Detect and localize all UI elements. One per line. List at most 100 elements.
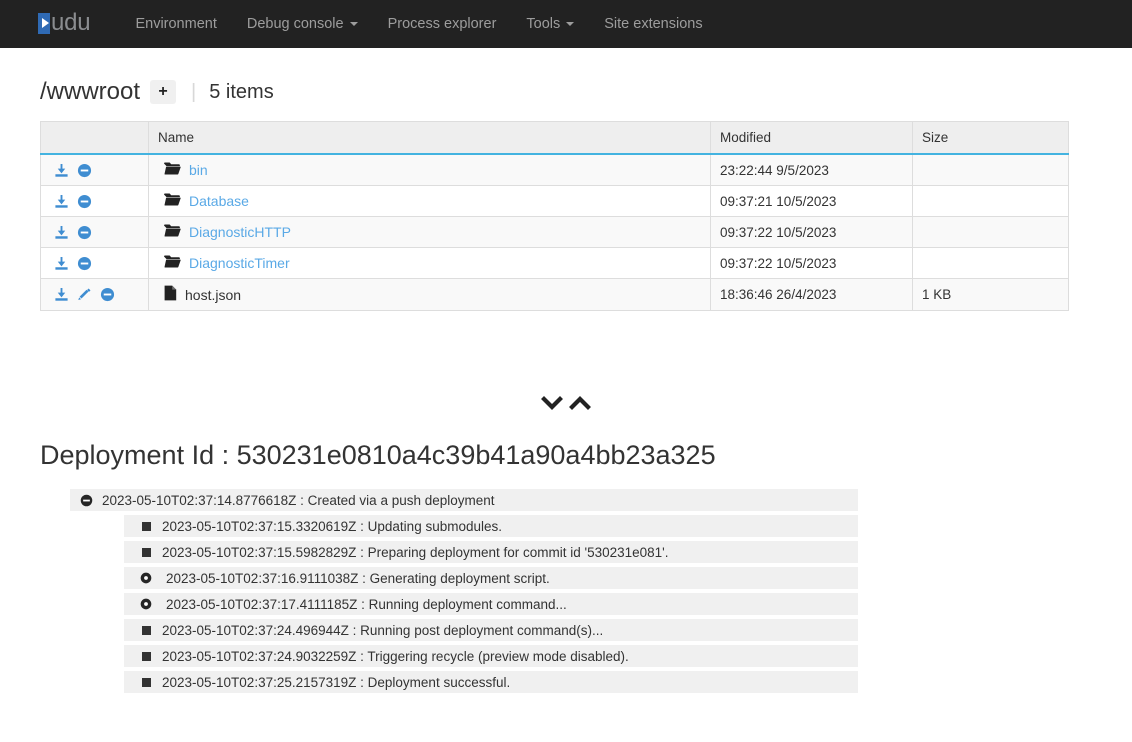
nav-item-process-explorer-label: Process explorer xyxy=(387,16,497,32)
dot-circle-icon xyxy=(138,572,154,584)
deployment-log-list: 2023-05-10T02:37:14.8776618Z : Created v… xyxy=(70,489,858,693)
breadcrumb-separator: | xyxy=(191,80,197,103)
table-row[interactable]: DiagnosticTimer 09:37:22 10/5/2023 xyxy=(40,247,1069,279)
row-name-cell: DiagnosticTimer xyxy=(148,247,711,279)
download-icon[interactable] xyxy=(54,194,69,209)
log-entry[interactable]: 2023-05-10T02:37:24.9032259Z : Triggerin… xyxy=(124,645,858,667)
delete-icon[interactable] xyxy=(77,225,92,240)
row-modified-cell: 09:37:21 10/5/2023 xyxy=(710,185,913,217)
nav-item-process-explorer[interactable]: Process explorer xyxy=(373,0,512,48)
log-entry[interactable]: 2023-05-10T02:37:15.3320619Z : Updating … xyxy=(124,515,858,537)
nav-item-tools-label: Tools xyxy=(526,16,561,32)
delete-icon[interactable] xyxy=(77,194,92,209)
row-size-cell xyxy=(912,185,1069,217)
log-entry[interactable]: 2023-05-10T02:37:15.5982829Z : Preparing… xyxy=(124,541,858,563)
row-actions-cell xyxy=(40,216,149,248)
file-name-link[interactable]: DiagnosticHTTP xyxy=(189,224,291,240)
kudu-k-mark-icon xyxy=(38,12,50,34)
row-modified-cell: 09:37:22 10/5/2023 xyxy=(710,216,913,248)
log-entry[interactable]: 2023-05-10T02:37:14.8776618Z : Created v… xyxy=(70,489,858,511)
log-entry-text: 2023-05-10T02:37:14.8776618Z : Created v… xyxy=(102,492,495,508)
log-entry-text: 2023-05-10T02:37:24.496944Z : Running po… xyxy=(162,622,604,638)
log-entry-text: 2023-05-10T02:37:25.2157319Z : Deploymen… xyxy=(162,674,511,690)
log-entry-text: 2023-05-10T02:37:24.9032259Z : Triggerin… xyxy=(162,648,629,664)
file-listing-table: Name Modified Size bin 23:22:44 9/5/2023 D… xyxy=(40,121,1069,311)
folder-icon xyxy=(164,223,181,241)
column-header-size[interactable]: Size xyxy=(912,121,1069,155)
minus-circle-icon xyxy=(78,494,94,507)
download-icon[interactable] xyxy=(54,256,69,271)
file-name-link[interactable]: Database xyxy=(189,193,249,209)
column-header-name[interactable]: Name xyxy=(148,121,711,155)
nav-item-site-extensions[interactable]: Site extensions xyxy=(589,0,717,48)
log-entry[interactable]: 2023-05-10T02:37:16.9111038Z : Generatin… xyxy=(124,567,858,589)
row-modified-cell: 23:22:44 9/5/2023 xyxy=(710,153,913,186)
nav-item-debug-console-label: Debug console xyxy=(246,16,344,32)
chevron-down-icon xyxy=(349,22,358,26)
item-count-label: 5 items xyxy=(209,80,274,103)
file-icon xyxy=(164,285,177,304)
table-row[interactable]: host.json 18:36:46 26/4/2023 1 KB xyxy=(40,278,1069,311)
log-entry-text: 2023-05-10T02:37:15.5982829Z : Preparing… xyxy=(162,544,669,560)
row-size-cell: 1 KB xyxy=(912,278,1069,311)
log-entry[interactable]: 2023-05-10T02:37:24.496944Z : Running po… xyxy=(124,619,858,641)
square-icon xyxy=(138,625,154,635)
chevron-up-icon[interactable] xyxy=(569,393,591,418)
row-size-cell xyxy=(912,216,1069,248)
row-modified-cell: 09:37:22 10/5/2023 xyxy=(710,247,913,279)
log-scroll-controls xyxy=(0,393,1132,418)
download-icon[interactable] xyxy=(54,287,69,302)
row-actions-cell xyxy=(40,185,149,217)
folder-icon xyxy=(164,254,181,272)
log-entry[interactable]: 2023-05-10T02:37:25.2157319Z : Deploymen… xyxy=(124,671,858,693)
file-table-body: bin 23:22:44 9/5/2023 Database 09:37:21 10/… xyxy=(40,153,1069,311)
table-row[interactable]: Database 09:37:21 10/5/2023 xyxy=(40,185,1069,217)
chevron-down-icon[interactable] xyxy=(541,393,563,418)
row-name-cell: host.json xyxy=(148,278,711,311)
row-size-cell xyxy=(912,247,1069,279)
row-actions-cell xyxy=(40,247,149,279)
column-header-actions xyxy=(40,121,149,155)
nav-item-site-extensions-label: Site extensions xyxy=(604,16,703,32)
file-name-link[interactable]: bin xyxy=(189,162,208,178)
nav-item-tools[interactable]: Tools xyxy=(511,0,589,48)
download-icon[interactable] xyxy=(54,163,69,178)
nav-item-environment-label: Environment xyxy=(135,16,217,32)
log-entry[interactable]: 2023-05-10T02:37:17.4111185Z : Running d… xyxy=(124,593,858,615)
dot-circle-icon xyxy=(138,598,154,610)
square-icon xyxy=(138,547,154,557)
deployment-id-title: Deployment Id : 530231e0810a4c39b41a90a4… xyxy=(40,440,716,470)
row-name-cell: DiagnosticHTTP xyxy=(148,216,711,248)
square-icon xyxy=(138,651,154,661)
file-name-link[interactable]: DiagnosticTimer xyxy=(189,255,290,271)
breadcrumb: /wwwroot + | 5 items xyxy=(40,77,1132,107)
add-item-button[interactable]: + xyxy=(150,80,177,104)
file-table-head: Name Modified Size xyxy=(40,121,1069,155)
kudu-logo[interactable]: udu xyxy=(38,9,91,37)
column-header-modified[interactable]: Modified xyxy=(710,121,913,155)
folder-icon xyxy=(164,192,181,210)
delete-icon[interactable] xyxy=(100,287,115,302)
table-row[interactable]: bin 23:22:44 9/5/2023 xyxy=(40,153,1069,186)
square-icon xyxy=(138,677,154,687)
row-actions-cell xyxy=(40,278,149,311)
square-icon xyxy=(138,521,154,531)
kudu-brand-text: udu xyxy=(51,9,91,36)
row-name-cell: Database xyxy=(148,185,711,217)
delete-icon[interactable] xyxy=(77,256,92,271)
nav-item-debug-console[interactable]: Debug console xyxy=(232,0,373,48)
folder-icon xyxy=(164,161,181,179)
download-icon[interactable] xyxy=(54,225,69,240)
breadcrumb-path[interactable]: /wwwroot xyxy=(40,78,140,106)
row-name-cell: bin xyxy=(148,153,711,186)
log-entry-text: 2023-05-10T02:37:16.9111038Z : Generatin… xyxy=(166,570,550,586)
nav-item-environment[interactable]: Environment xyxy=(120,0,231,48)
row-actions-cell xyxy=(40,153,149,186)
file-name-label: host.json xyxy=(185,286,242,303)
log-entry-text: 2023-05-10T02:37:17.4111185Z : Running d… xyxy=(166,596,567,612)
edit-pencil-icon[interactable] xyxy=(77,287,92,302)
delete-icon[interactable] xyxy=(77,163,92,178)
top-navbar: udu Environment Debug console Process ex… xyxy=(0,0,1132,48)
row-size-cell xyxy=(912,153,1069,186)
table-row[interactable]: DiagnosticHTTP 09:37:22 10/5/2023 xyxy=(40,216,1069,248)
